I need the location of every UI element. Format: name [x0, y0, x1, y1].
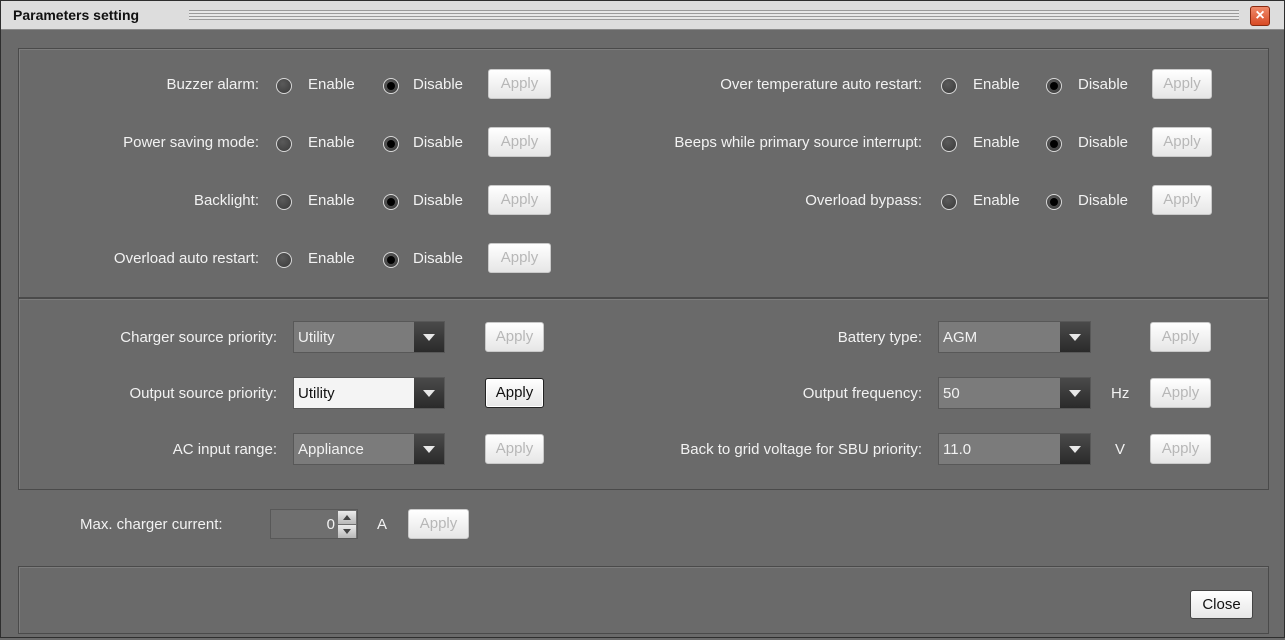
title-bar-grip [189, 10, 1239, 20]
back-to-grid-value: 11.0 [943, 441, 972, 458]
battery-type-select[interactable]: AGM [938, 321, 1091, 353]
backlight-label: Backlight: [193, 192, 259, 209]
ac-input-range-value: Appliance [298, 441, 364, 458]
overload-auto-restart-enable-label: Enable [308, 250, 355, 267]
overload-bypass-enable-label: Enable [973, 192, 1020, 209]
backlight-disable-radio[interactable] [383, 194, 399, 210]
output-frequency-apply-button[interactable]: Apply [1150, 378, 1211, 408]
overload-bypass-label: Overload bypass: [805, 192, 922, 209]
output-priority-value: Utility [298, 385, 335, 402]
back-to-grid-apply-button[interactable]: Apply [1150, 434, 1211, 464]
over-temp-restart-enable-label: Enable [973, 76, 1020, 93]
chevron-down-icon[interactable] [414, 322, 444, 352]
back-to-grid-label: Back to grid voltage for SBU priority: [680, 441, 922, 458]
overload-auto-restart-disable-label: Disable [413, 250, 464, 267]
buzzer-alarm-apply-button[interactable]: Apply [488, 69, 551, 99]
max-charger-current-unit: A [377, 516, 388, 533]
max-charger-current-apply-button[interactable]: Apply [408, 509, 469, 539]
spinner-up-icon[interactable] [338, 511, 356, 524]
chevron-down-icon[interactable] [1060, 322, 1090, 352]
close-icon[interactable]: × [1250, 6, 1270, 26]
charger-priority-select[interactable]: Utility [293, 321, 445, 353]
close-button[interactable]: Close [1190, 590, 1253, 619]
buzzer-alarm-disable-label: Disable [413, 76, 464, 93]
output-priority-apply-button[interactable]: Apply [485, 378, 544, 408]
buzzer-alarm-label: Buzzer alarm: [166, 76, 259, 93]
max-charger-current-value: 0 [326, 516, 335, 533]
ac-input-range-apply-button[interactable]: Apply [485, 434, 544, 464]
overload-auto-restart-disable-radio[interactable] [383, 252, 399, 268]
over-temp-restart-disable-radio[interactable] [1046, 78, 1062, 94]
output-frequency-label: Output frequency: [802, 385, 922, 402]
output-priority-select[interactable]: Utility [293, 377, 445, 409]
output-priority-label: Output source priority: [129, 385, 277, 402]
buzzer-alarm-disable-radio[interactable] [383, 78, 399, 94]
ac-input-range-select[interactable]: Appliance [293, 433, 445, 465]
battery-type-value: AGM [943, 329, 978, 346]
over-temp-restart-label: Over temperature auto restart: [720, 76, 922, 93]
over-temp-restart-apply-button[interactable]: Apply [1152, 69, 1212, 99]
backlight-enable-radio[interactable] [276, 194, 292, 210]
backlight-apply-button[interactable]: Apply [488, 185, 551, 215]
power-saving-enable-radio[interactable] [276, 136, 292, 152]
footer-panel [18, 566, 1269, 634]
charger-priority-value: Utility [298, 329, 335, 346]
title-bar[interactable]: Parameters setting × [1, 1, 1284, 30]
back-to-grid-select[interactable]: 11.0 [938, 433, 1091, 465]
power-saving-enable-label: Enable [308, 134, 355, 151]
back-to-grid-unit: V [1115, 441, 1126, 458]
beeps-interrupt-enable-radio[interactable] [941, 136, 957, 152]
max-charger-current-spinner[interactable]: 0 [270, 509, 358, 539]
power-saving-disable-label: Disable [413, 134, 464, 151]
window-title: Parameters setting [13, 7, 140, 23]
overload-bypass-disable-radio[interactable] [1046, 194, 1062, 210]
chevron-down-icon[interactable] [1060, 378, 1090, 408]
chevron-down-icon[interactable] [414, 434, 444, 464]
output-frequency-unit: Hz [1111, 385, 1130, 402]
overload-bypass-apply-button[interactable]: Apply [1152, 185, 1212, 215]
buzzer-alarm-enable-label: Enable [308, 76, 355, 93]
beeps-interrupt-apply-button[interactable]: Apply [1152, 127, 1212, 157]
chevron-down-icon[interactable] [414, 378, 444, 408]
ac-input-range-label: AC input range: [172, 441, 277, 458]
spinner-down-icon[interactable] [338, 525, 356, 538]
overload-bypass-disable-label: Disable [1078, 192, 1129, 209]
overload-auto-restart-enable-radio[interactable] [276, 252, 292, 268]
backlight-disable-label: Disable [413, 192, 464, 209]
power-saving-disable-radio[interactable] [383, 136, 399, 152]
over-temp-restart-enable-radio[interactable] [941, 78, 957, 94]
beeps-interrupt-disable-label: Disable [1078, 134, 1129, 151]
beeps-interrupt-label: Beeps while primary source interrupt: [674, 134, 922, 151]
power-saving-label: Power saving mode: [123, 134, 259, 151]
max-charger-current-label: Max. charger current: [80, 516, 223, 533]
charger-priority-label: Charger source priority: [120, 329, 277, 346]
output-frequency-value: 50 [943, 385, 960, 402]
overload-auto-restart-apply-button[interactable]: Apply [488, 243, 551, 273]
buzzer-alarm-enable-radio[interactable] [276, 78, 292, 94]
battery-type-apply-button[interactable]: Apply [1150, 322, 1211, 352]
parameters-window: Parameters setting × Buzzer alarm: Enabl… [0, 0, 1285, 638]
output-frequency-select[interactable]: 50 [938, 377, 1091, 409]
battery-type-label: Battery type: [837, 329, 922, 346]
over-temp-restart-disable-label: Disable [1078, 76, 1129, 93]
power-saving-apply-button[interactable]: Apply [488, 127, 551, 157]
backlight-enable-label: Enable [308, 192, 355, 209]
overload-auto-restart-label: Overload auto restart: [113, 250, 259, 267]
beeps-interrupt-disable-radio[interactable] [1046, 136, 1062, 152]
overload-bypass-enable-radio[interactable] [941, 194, 957, 210]
charger-priority-apply-button[interactable]: Apply [485, 322, 544, 352]
chevron-down-icon[interactable] [1060, 434, 1090, 464]
beeps-interrupt-enable-label: Enable [973, 134, 1020, 151]
